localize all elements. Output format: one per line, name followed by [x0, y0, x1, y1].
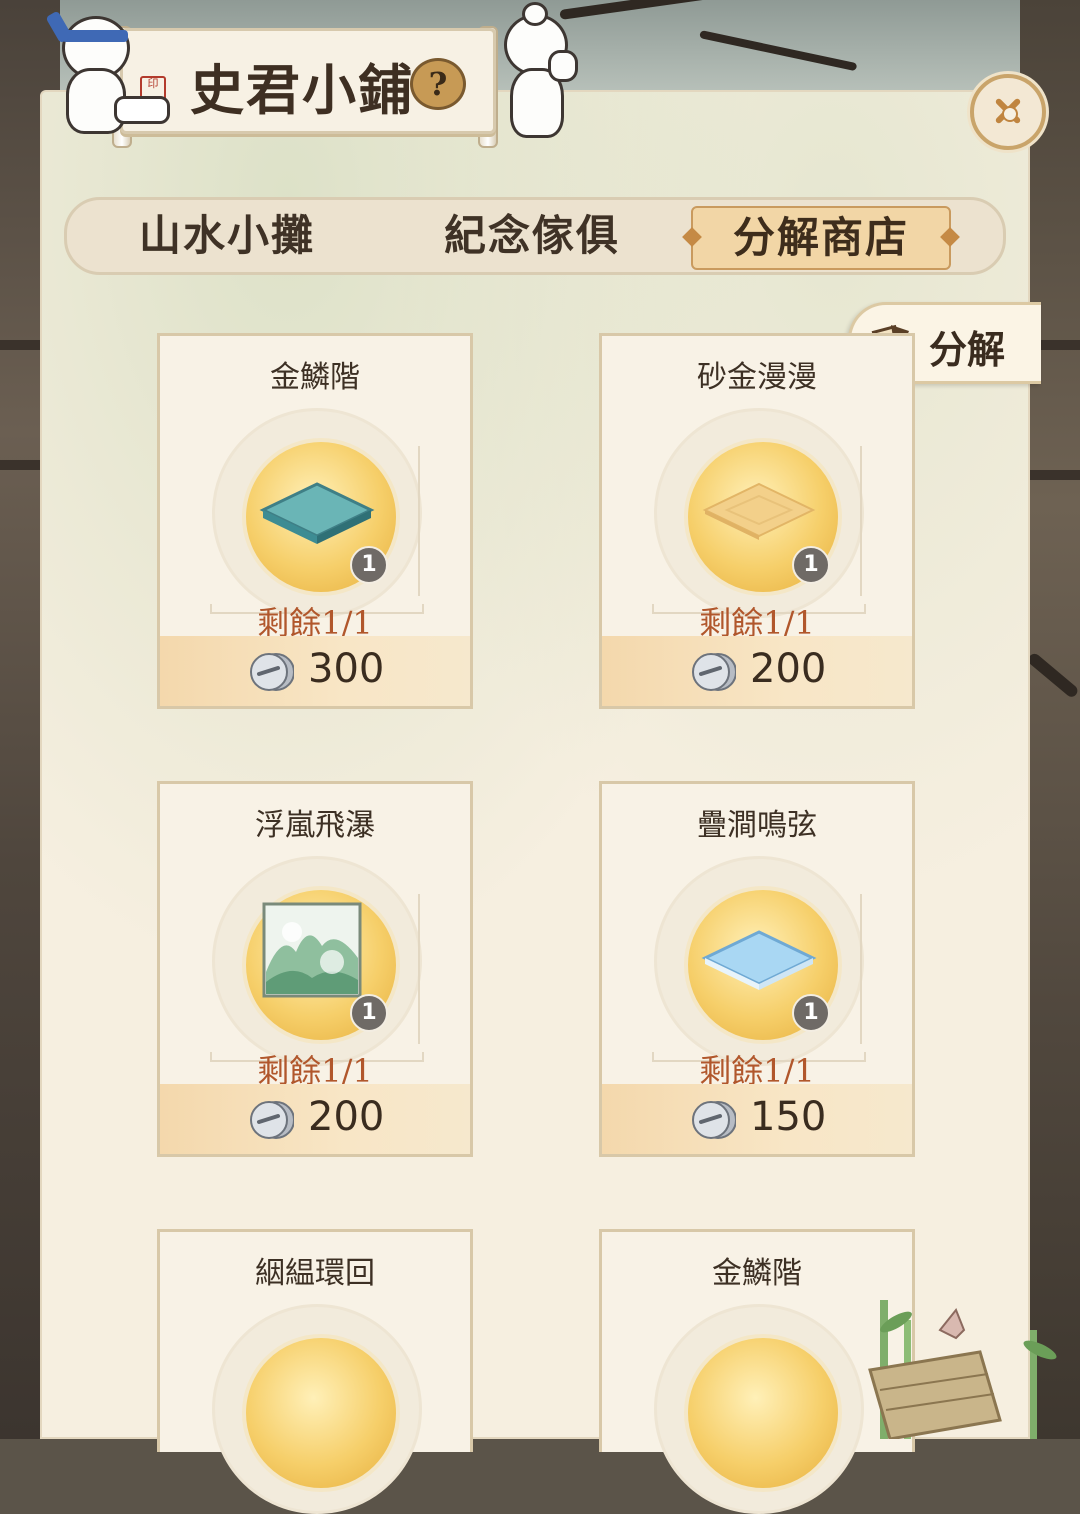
item-card[interactable]: 砂金漫漫 1 剩餘1/1 200 [599, 333, 915, 709]
item-name: 金鱗階 [712, 1256, 802, 1291]
coin-icon [692, 653, 736, 691]
item-card[interactable]: 絪緼環回 [157, 1229, 473, 1514]
item-card[interactable]: 金鱗階 1 剩餘1/1 300 [157, 333, 473, 709]
item-card[interactable]: 浮嵐飛瀑 1 剩餘1/1 200 [157, 781, 473, 1157]
quantity-badge: 1 [350, 994, 388, 1032]
tab-landscape-stall[interactable]: 山水小攤 [107, 200, 347, 272]
quantity-badge: 1 [350, 546, 388, 584]
quantity-badge: 1 [792, 546, 830, 584]
price-value: 300 [308, 646, 385, 692]
teal-floor-tile-icon [259, 482, 375, 544]
coin-icon [250, 653, 294, 691]
item-name: 絪緼環回 [255, 1256, 375, 1291]
item-name: 疊澗鳴弦 [697, 808, 817, 843]
quantity-badge: 1 [792, 994, 830, 1032]
price-value: 150 [750, 1094, 827, 1140]
mascot-painter [45, 6, 170, 146]
help-icon[interactable]: ? [410, 58, 466, 110]
item-card[interactable]: 疊澗鳴弦 1 剩餘1/1 150 [599, 781, 915, 1157]
blue-floor-tile-icon [701, 930, 817, 990]
tab-commemorative-furniture[interactable]: 紀念傢俱 [397, 200, 667, 272]
item-name: 浮嵐飛瀑 [255, 808, 375, 843]
price-bar: 300 [160, 636, 470, 706]
gold-floor-tile-icon [702, 482, 816, 540]
price-bar: 200 [602, 636, 912, 706]
mascot-helper [494, 0, 584, 140]
item-icon-backdrop [684, 1334, 842, 1492]
landscape-painting-icon [262, 902, 362, 998]
item-name: 砂金漫漫 [697, 360, 817, 395]
item-name: 金鱗階 [270, 360, 360, 395]
bamboo-basket-icon [868, 1300, 1057, 1439]
item-icon-backdrop [242, 1334, 400, 1492]
tab-bar: 山水小攤 紀念傢俱 分解商店 [64, 197, 1006, 275]
price-value: 200 [308, 1094, 385, 1140]
coin-icon [250, 1101, 294, 1139]
tab-decompose-shop[interactable]: 分解商店 [691, 206, 951, 270]
price-value: 200 [750, 646, 827, 692]
price-bar: 200 [160, 1084, 470, 1154]
close-button[interactable] [970, 74, 1046, 150]
page-title: 史君小鋪 [190, 58, 414, 122]
price-bar: 150 [602, 1084, 912, 1154]
decompose-label: 分解 [929, 327, 1006, 372]
coin-icon [692, 1101, 736, 1139]
